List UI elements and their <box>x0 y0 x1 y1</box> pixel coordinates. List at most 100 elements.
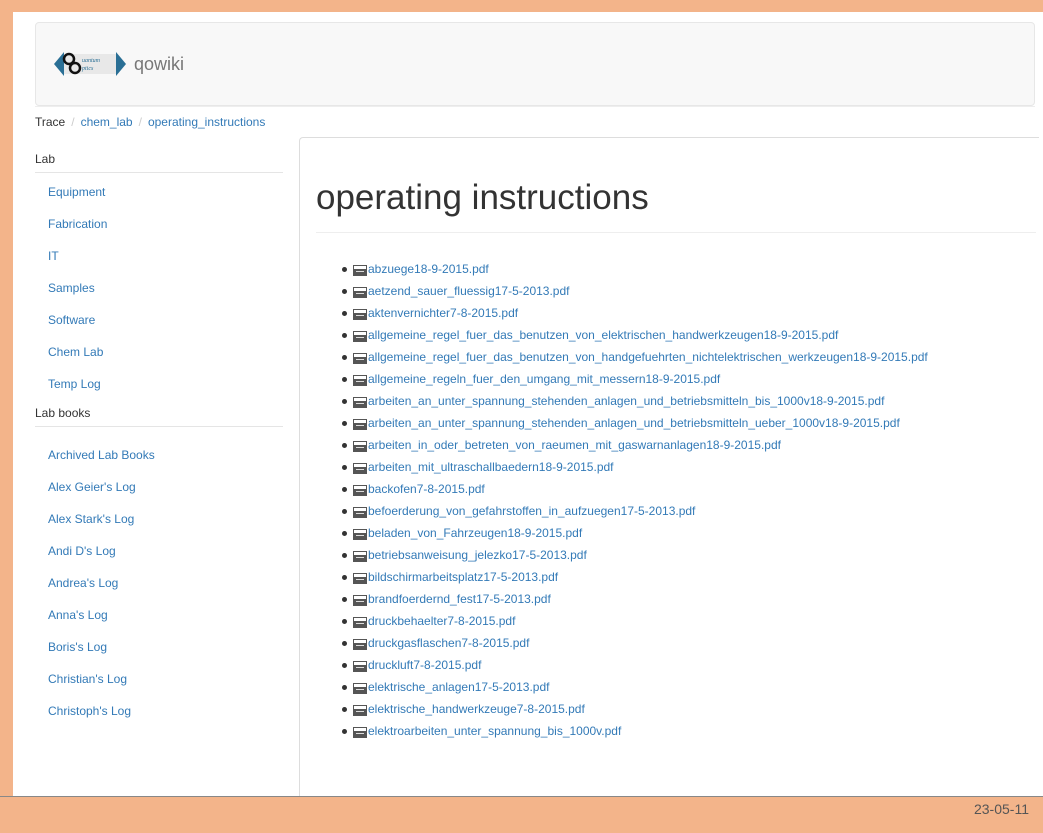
sidebar-item-christian-log[interactable]: Christian's Log <box>35 663 283 695</box>
bullet-icon <box>342 662 347 668</box>
file-list-item: elektrische_anlagen17-5-2013.pdf <box>342 676 928 698</box>
bullet-icon <box>342 530 347 536</box>
browser-page: uantum ptics qowiki Trace / chem_lab / o… <box>13 12 1043 796</box>
sidebar-item-archived-lab-books[interactable]: Archived Lab Books <box>35 439 283 471</box>
file-list-item: betriebsanweisung_jelezko17-5-2013.pdf <box>342 544 928 566</box>
bullet-icon <box>342 552 347 558</box>
breadcrumb-operating-instructions[interactable]: operating_instructions <box>148 115 265 129</box>
pdf-file-icon <box>353 572 367 584</box>
bullet-icon <box>342 442 347 448</box>
breadcrumb-separator: / <box>71 115 75 129</box>
sidebar-item-christoph-log[interactable]: Christoph's Log <box>35 695 283 727</box>
sidebar: Lab Equipment Fabrication IT Samples Sof… <box>35 146 283 727</box>
file-link[interactable]: druckgasflaschen7-8-2015.pdf <box>368 636 529 650</box>
bullet-icon <box>342 376 347 382</box>
file-list-item: arbeiten_in_oder_betreten_von_raeumen_mi… <box>342 434 928 456</box>
file-list-item: druckluft7-8-2015.pdf <box>342 654 928 676</box>
sidebar-item-fabrication[interactable]: Fabrication <box>35 208 283 240</box>
content-panel: operating instructions abzuege18-9-2015.… <box>299 137 1039 796</box>
footer-rule <box>0 796 1043 797</box>
file-link[interactable]: arbeiten_an_unter_spannung_stehenden_anl… <box>368 416 900 430</box>
file-link[interactable]: druckbehaelter7-8-2015.pdf <box>368 614 515 628</box>
file-link[interactable]: aktenvernichter7-8-2015.pdf <box>368 306 518 320</box>
file-link[interactable]: beladen_von_Fahrzeugen18-9-2015.pdf <box>368 526 582 540</box>
pdf-file-icon <box>353 660 367 672</box>
file-link[interactable]: arbeiten_an_unter_spannung_stehenden_anl… <box>368 394 884 408</box>
sidebar-heading-lab: Lab <box>35 152 56 166</box>
pdf-file-icon <box>353 506 367 518</box>
file-list-item: arbeiten_an_unter_spannung_stehenden_anl… <box>342 412 928 434</box>
bullet-icon <box>342 288 347 294</box>
footer-date: 23-05-11 <box>973 801 1029 817</box>
sidebar-item-andrea-log[interactable]: Andrea's Log <box>35 567 283 599</box>
file-link[interactable]: aetzend_sauer_fluessig17-5-2013.pdf <box>368 284 569 298</box>
bullet-icon <box>342 486 347 492</box>
file-link[interactable]: abzuege18-9-2015.pdf <box>368 262 489 276</box>
file-list-item: druckgasflaschen7-8-2015.pdf <box>342 632 928 654</box>
file-link[interactable]: befoerderung_von_gefahrstoffen_in_aufzue… <box>368 504 695 518</box>
file-link[interactable]: druckluft7-8-2015.pdf <box>368 658 481 672</box>
pdf-file-icon <box>353 638 367 650</box>
breadcrumb-chem-lab[interactable]: chem_lab <box>81 115 133 129</box>
pdf-file-icon <box>353 396 367 408</box>
pdf-file-icon <box>353 550 367 562</box>
quantum-optics-logo: uantum ptics <box>54 52 126 76</box>
sidebar-heading-lab-books: Lab books <box>35 406 91 420</box>
bullet-icon <box>342 596 347 602</box>
sidebar-item-software[interactable]: Software <box>35 304 283 336</box>
file-link[interactable]: betriebsanweisung_jelezko17-5-2013.pdf <box>368 548 587 562</box>
file-list-item: allgemeine_regel_fuer_das_benutzen_von_e… <box>342 324 928 346</box>
pdf-file-icon <box>353 264 367 276</box>
bullet-icon <box>342 464 347 470</box>
top-navbar: uantum ptics qowiki <box>35 22 1035 106</box>
file-link[interactable]: backofen7-8-2015.pdf <box>368 482 485 496</box>
sidebar-lab-list: Equipment Fabrication IT Samples Softwar… <box>35 173 283 400</box>
file-link[interactable]: allgemeine_regeln_fuer_den_umgang_mit_me… <box>368 372 720 386</box>
file-link[interactable]: elektrische_anlagen17-5-2013.pdf <box>368 680 549 694</box>
sidebar-item-equipment[interactable]: Equipment <box>35 176 283 208</box>
file-link[interactable]: bildschirmarbeitsplatz17-5-2013.pdf <box>368 570 558 584</box>
file-link[interactable]: allgemeine_regel_fuer_das_benutzen_von_h… <box>368 350 928 364</box>
bullet-icon <box>342 618 347 624</box>
sidebar-item-it[interactable]: IT <box>35 240 283 272</box>
file-link[interactable]: arbeiten_in_oder_betreten_von_raeumen_mi… <box>368 438 781 452</box>
sidebar-item-alex-stark-log[interactable]: Alex Stark's Log <box>35 503 283 535</box>
pdf-file-icon <box>353 330 367 342</box>
file-list-item: bildschirmarbeitsplatz17-5-2013.pdf <box>342 566 928 588</box>
file-link[interactable]: elektrische_handwerkzeuge7-8-2015.pdf <box>368 702 585 716</box>
bullet-icon <box>342 420 347 426</box>
sidebar-item-temp-log[interactable]: Temp Log <box>35 368 283 400</box>
pdf-file-icon <box>353 352 367 364</box>
file-list-item: befoerderung_von_gefahrstoffen_in_aufzue… <box>342 500 928 522</box>
sidebar-item-boris-log[interactable]: Boris's Log <box>35 631 283 663</box>
header-divider <box>35 106 1035 107</box>
file-list-item: backofen7-8-2015.pdf <box>342 478 928 500</box>
file-link[interactable]: allgemeine_regel_fuer_das_benutzen_von_e… <box>368 328 838 342</box>
sidebar-item-anna-log[interactable]: Anna's Log <box>35 599 283 631</box>
pdf-file-icon <box>353 462 367 474</box>
breadcrumb: Trace / chem_lab / operating_instruction… <box>35 115 265 129</box>
pdf-file-icon <box>353 418 367 430</box>
file-link[interactable]: arbeiten_mit_ultraschallbaedern18-9-2015… <box>368 460 614 474</box>
pdf-file-icon <box>353 726 367 738</box>
logo-text-1: uantum <box>82 58 101 64</box>
file-list-item: elektrische_handwerkzeuge7-8-2015.pdf <box>342 698 928 720</box>
bullet-icon <box>342 574 347 580</box>
pdf-file-icon <box>353 308 367 320</box>
bullet-icon <box>342 332 347 338</box>
sidebar-item-samples[interactable]: Samples <box>35 272 283 304</box>
file-list-item: aetzend_sauer_fluessig17-5-2013.pdf <box>342 280 928 302</box>
bullet-icon <box>342 640 347 646</box>
sidebar-item-alex-geier-log[interactable]: Alex Geier's Log <box>35 471 283 503</box>
bullet-icon <box>342 354 347 360</box>
sidebar-item-andi-d-log[interactable]: Andi D's Log <box>35 535 283 567</box>
title-divider <box>316 232 1036 233</box>
brand-link[interactable]: uantum ptics qowiki <box>52 46 184 82</box>
pdf-file-icon <box>353 374 367 386</box>
sidebar-item-chem-lab[interactable]: Chem Lab <box>35 336 283 368</box>
file-link[interactable]: brandfoerdernd_fest17-5-2013.pdf <box>368 592 551 606</box>
bullet-icon <box>342 684 347 690</box>
file-link[interactable]: elektroarbeiten_unter_spannung_bis_1000v… <box>368 724 621 738</box>
brand-name[interactable]: qowiki <box>134 54 184 75</box>
bullet-icon <box>342 398 347 404</box>
